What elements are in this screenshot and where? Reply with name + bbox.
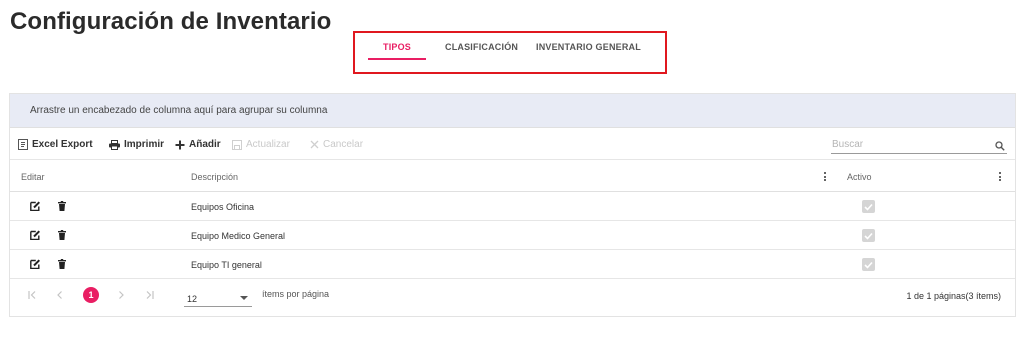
group-drop-area[interactable]: Arrastre un encabezado de columna aquí p… [10, 94, 1015, 128]
group-hint-text: Arrastre un encabezado de columna aquí p… [30, 105, 328, 116]
excel-export-icon [18, 139, 28, 150]
table-row: Equipo TI general [10, 250, 1015, 279]
row-description: Equipos Oficina [191, 202, 255, 212]
last-page-icon[interactable] [145, 291, 154, 302]
cancel-label: Cancelar [323, 139, 364, 150]
grid-toolbar: Excel Export Imprimir Añadir Actualizar … [10, 128, 1015, 160]
active-checkbox[interactable] [862, 200, 875, 213]
prev-page-icon[interactable] [57, 291, 63, 302]
checkbox-check-icon [864, 232, 873, 240]
grid-pager: 1 12 ítems por página 1 de 1 páginas(3 í… [10, 279, 1015, 313]
checkbox-check-icon [864, 261, 873, 269]
tab-inventario-general[interactable]: INVENTARIO GENERAL [536, 42, 641, 52]
column-header-activo[interactable]: Activo [847, 172, 872, 182]
column-header-descripcion[interactable]: Descripción [191, 172, 238, 182]
excel-export-button[interactable]: Excel Export [18, 139, 93, 150]
column-menu-icon[interactable] [997, 171, 1003, 182]
active-tab-indicator [368, 58, 426, 60]
per-page-label: ítems por página [262, 289, 330, 299]
tab-tipos[interactable]: TIPOS [383, 42, 411, 52]
edit-icon[interactable] [30, 230, 41, 242]
excel-export-label: Excel Export [32, 139, 93, 150]
first-page-icon[interactable] [28, 291, 37, 302]
tab-clasificacion[interactable]: CLASIFICACIÓN [445, 42, 518, 52]
active-checkbox[interactable] [862, 229, 875, 242]
edit-icon[interactable] [30, 259, 41, 271]
print-icon [109, 139, 120, 150]
checkbox-check-icon [864, 203, 873, 211]
page-size-select[interactable]: 12 [184, 287, 252, 307]
add-button[interactable]: Añadir [175, 139, 221, 150]
dropdown-caret-icon [240, 296, 248, 300]
cancel-icon [310, 140, 319, 149]
update-icon [232, 139, 242, 150]
column-header-editar[interactable]: Editar [21, 172, 45, 182]
table-row: Equipos Oficina [10, 192, 1015, 221]
next-page-icon[interactable] [118, 291, 124, 302]
search-icon[interactable] [995, 138, 1005, 156]
pager-info: 1 de 1 páginas(3 ítems) [906, 291, 1001, 301]
page-size-value: 12 [187, 294, 198, 304]
trash-icon[interactable] [58, 230, 66, 242]
cancel-button[interactable]: Cancelar [310, 139, 363, 150]
column-menu-icon[interactable] [822, 171, 828, 182]
tabs-highlight-box: TIPOS CLASIFICACIÓN INVENTARIO GENERAL [353, 31, 667, 74]
table-row: Equipo Medico General [10, 221, 1015, 250]
edit-icon[interactable] [30, 201, 41, 213]
search-box [831, 134, 1007, 154]
inventory-grid: Arrastre un encabezado de columna aquí p… [9, 93, 1016, 317]
add-icon [175, 140, 185, 150]
page-title: Configuración de Inventario [10, 8, 332, 35]
add-label: Añadir [189, 139, 221, 150]
trash-icon[interactable] [58, 259, 66, 271]
print-button[interactable]: Imprimir [109, 139, 164, 150]
search-input[interactable] [831, 134, 981, 150]
update-button[interactable]: Actualizar [232, 139, 290, 150]
trash-icon[interactable] [58, 201, 66, 213]
current-page-button[interactable]: 1 [83, 287, 99, 303]
row-description: Equipo Medico General [191, 231, 286, 241]
update-label: Actualizar [246, 139, 290, 150]
print-label: Imprimir [124, 139, 165, 150]
row-description: Equipo TI general [191, 260, 262, 270]
grid-header-row: Editar Descripción Activo [10, 160, 1015, 192]
active-checkbox[interactable] [862, 258, 875, 271]
